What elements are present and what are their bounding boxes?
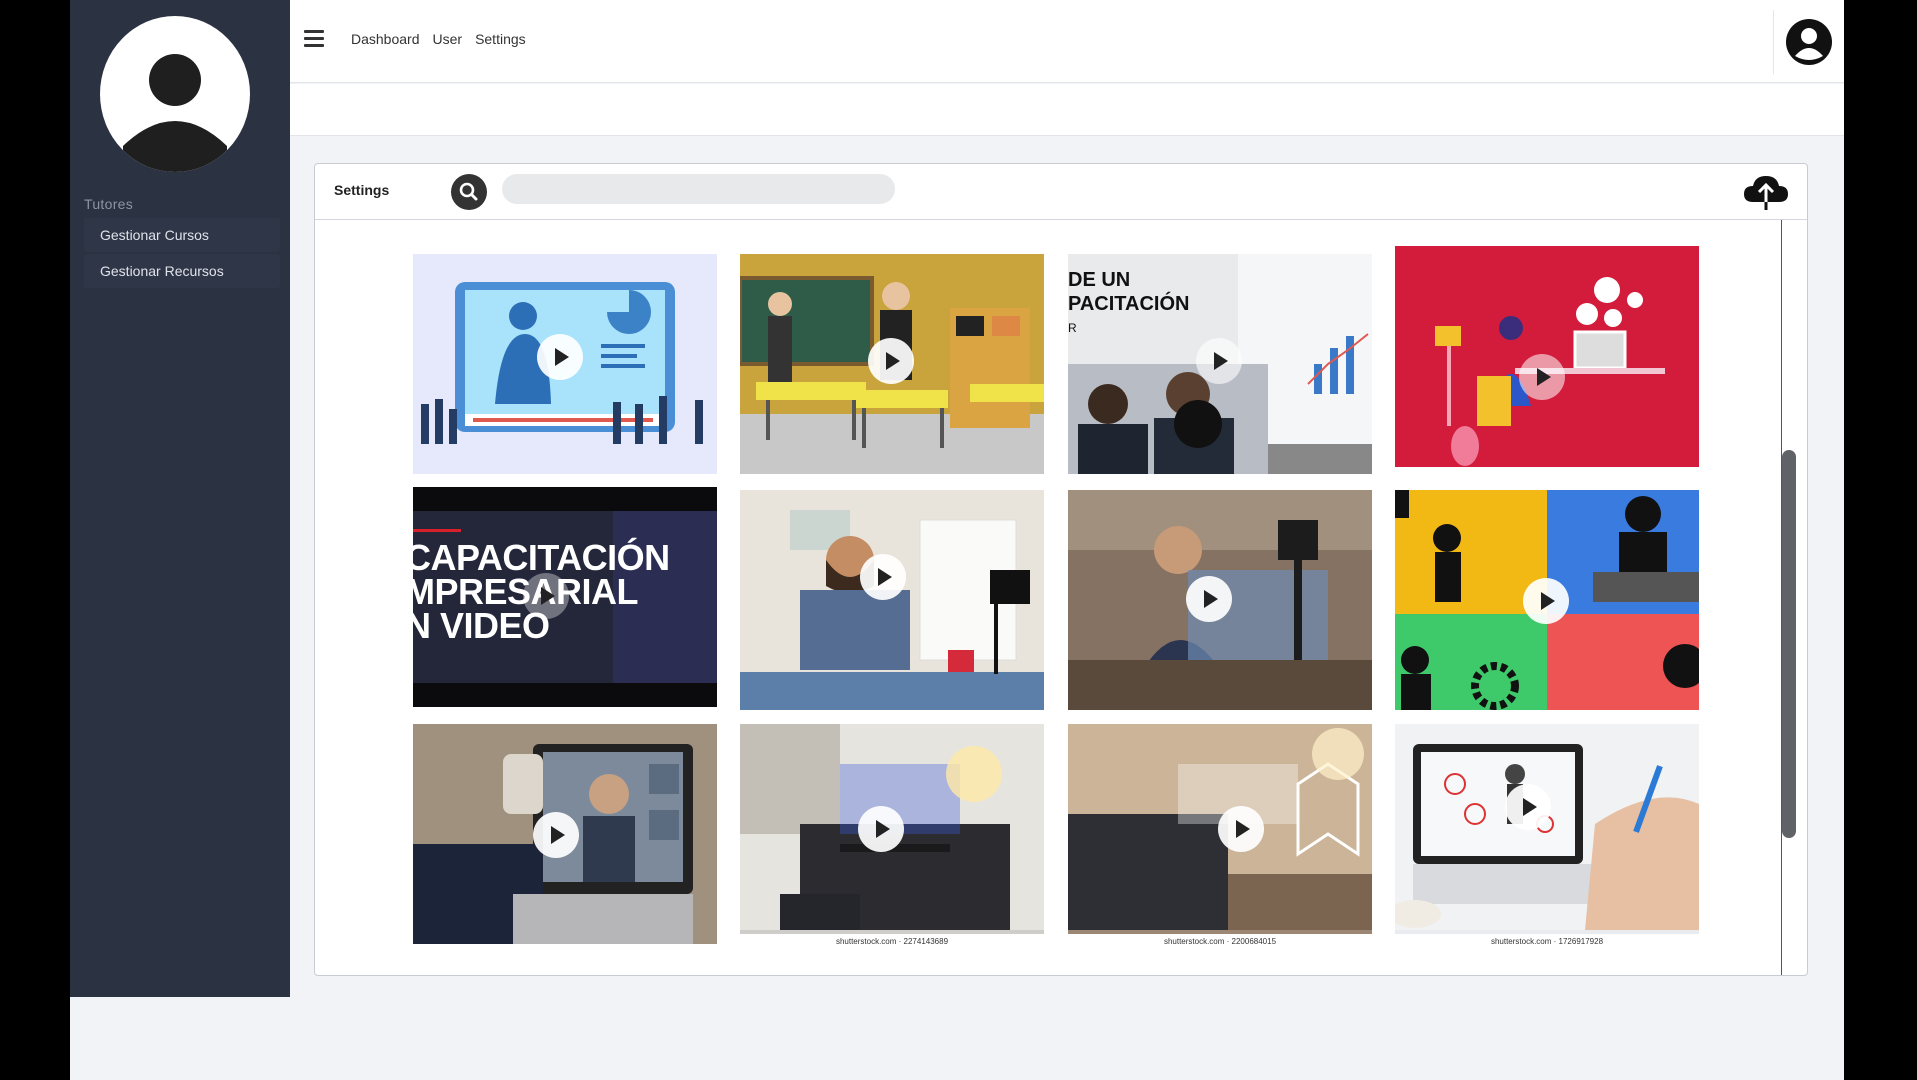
top-nav: Dashboard User Settings	[351, 31, 526, 47]
video-thumbnail[interactable]: DE UN PACITACIÓN R	[1068, 254, 1372, 474]
play-icon[interactable]	[1196, 338, 1242, 384]
nav-settings[interactable]: Settings	[475, 31, 526, 47]
cloud-upload-icon[interactable]	[1741, 170, 1791, 212]
play-icon[interactable]	[1505, 784, 1551, 830]
play-icon[interactable]	[858, 806, 904, 852]
video-thumbnail[interactable]	[740, 254, 1044, 474]
nav-dashboard[interactable]: Dashboard	[351, 31, 420, 47]
user-avatar-icon[interactable]	[1784, 17, 1834, 67]
video-thumbnail[interactable]	[413, 254, 717, 474]
sidebar: Tutores Gestionar Cursos Gestionar Recur…	[70, 0, 290, 997]
navbar-divider	[1773, 10, 1774, 74]
video-thumbnail[interactable]	[1068, 490, 1372, 710]
video-thumbnail[interactable]	[740, 724, 1044, 934]
video-thumbnail[interactable]	[1395, 490, 1699, 710]
play-icon[interactable]	[537, 334, 583, 380]
play-icon[interactable]	[868, 338, 914, 384]
play-icon[interactable]	[1523, 578, 1569, 624]
play-icon[interactable]	[1218, 806, 1264, 852]
video-thumbnail[interactable]	[1068, 724, 1372, 934]
image-caption: shutterstock.com · 1726917928	[1490, 937, 1604, 946]
user-silhouette-icon	[123, 54, 227, 172]
search-input[interactable]	[502, 174, 895, 204]
scrollbar-thumb[interactable]	[1782, 450, 1796, 838]
sidebar-item-gestionar-recursos[interactable]: Gestionar Recursos	[84, 254, 280, 288]
play-icon[interactable]	[860, 554, 906, 600]
nav-user[interactable]: User	[433, 31, 463, 47]
play-icon[interactable]	[533, 812, 579, 858]
video-library-panel: Settings DE UN PACITACIÓN R CAPACITACIÓN…	[314, 163, 1808, 976]
hamburger-icon[interactable]	[304, 30, 324, 48]
panel-header: Settings	[315, 164, 1807, 220]
sidebar-item-gestionar-cursos[interactable]: Gestionar Cursos	[84, 218, 280, 252]
play-icon[interactable]	[523, 573, 569, 619]
video-thumbnail[interactable]	[740, 490, 1044, 710]
image-caption: shutterstock.com · 2274143689	[835, 937, 949, 946]
video-thumbnail[interactable]: CAPACITACIÓN MPRESARIAL N VIDEO	[413, 487, 717, 707]
app-window: Tutores Gestionar Cursos Gestionar Recur…	[70, 0, 1844, 1080]
top-navbar: Dashboard User Settings	[290, 0, 1844, 83]
thumbnail-overlay-text: DE UN PACITACIÓN R	[1068, 269, 1190, 335]
video-thumbnail[interactable]	[413, 724, 717, 944]
panel-title: Settings	[334, 182, 390, 198]
image-caption: shutterstock.com · 2200684015	[1163, 937, 1277, 946]
video-thumbnail[interactable]	[1395, 724, 1699, 934]
sub-header	[290, 84, 1844, 136]
sidebar-section-title: Tutores	[84, 196, 134, 212]
play-icon[interactable]	[1519, 354, 1565, 400]
video-thumbnail[interactable]	[1395, 246, 1699, 467]
play-icon[interactable]	[1186, 576, 1232, 622]
search-icon[interactable]	[451, 174, 487, 210]
sidebar-avatar[interactable]	[100, 16, 250, 172]
